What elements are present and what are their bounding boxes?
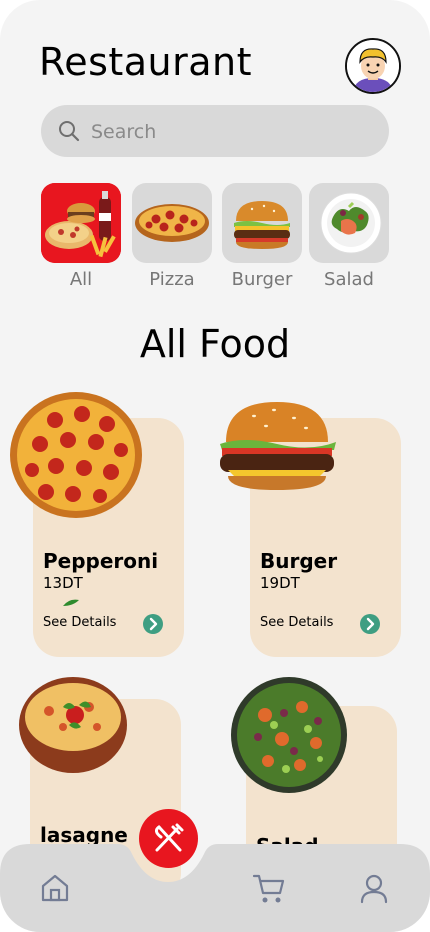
food-name: Burger — [260, 549, 338, 573]
category-all-label: All — [69, 269, 93, 290]
search-icon — [59, 121, 80, 142]
see-details-link[interactable]: See Details — [260, 615, 333, 630]
app-screen: Restaurant Search All Pizza Burger Salad… — [0, 0, 430, 932]
category-burger[interactable]: Burger — [222, 183, 302, 290]
leaf-icon — [63, 599, 79, 606]
menu-fab-button[interactable] — [139, 809, 198, 868]
category-salad-label: Salad — [324, 269, 374, 290]
lasagne-image — [19, 677, 127, 773]
category-burger-image — [222, 183, 302, 263]
cart-icon[interactable] — [252, 873, 286, 905]
category-all[interactable]: All — [41, 183, 121, 290]
search-bar[interactable] — [41, 105, 389, 157]
chevron-right-icon[interactable] — [143, 614, 163, 634]
category-burger-label: Burger — [231, 269, 293, 290]
fork-knife-icon — [154, 823, 184, 852]
food-price: 19DT — [260, 574, 300, 592]
category-pizza[interactable]: Pizza — [132, 183, 212, 290]
pepperoni-pizza-image — [10, 392, 142, 518]
see-details-link[interactable]: See Details — [43, 615, 116, 630]
category-pizza-image — [132, 183, 212, 263]
user-icon[interactable] — [360, 874, 388, 904]
avatar[interactable] — [345, 38, 401, 94]
category-all-image — [41, 183, 121, 263]
home-icon[interactable] — [40, 873, 70, 903]
page-title: Restaurant — [39, 40, 253, 84]
food-price: 13DT — [43, 574, 83, 592]
bottom-nav — [0, 844, 430, 932]
category-pizza-label: Pizza — [149, 269, 195, 290]
category-salad-image — [309, 183, 389, 263]
food-name: Pepperoni — [43, 549, 159, 573]
chevron-right-icon[interactable] — [360, 614, 380, 634]
avatar-image — [347, 40, 399, 92]
salad-image — [231, 677, 347, 793]
category-salad[interactable]: Salad — [309, 183, 389, 290]
section-title: All Food — [139, 322, 291, 366]
search-input[interactable] — [89, 115, 373, 149]
burger-image — [220, 402, 336, 490]
